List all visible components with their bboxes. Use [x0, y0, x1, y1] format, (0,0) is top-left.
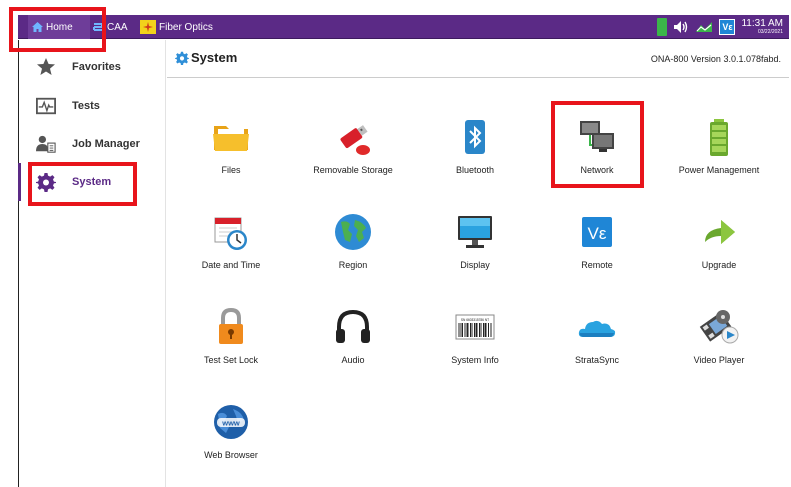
system-apps-grid: Files Removable Storage Bluetooth Networ…: [167, 79, 789, 487]
page-title: System: [191, 50, 238, 65]
fiber-optics-icon: [140, 20, 156, 34]
clock: 11:31 AM 03/22/2021: [741, 19, 783, 35]
sidebar-item-label: Tests: [72, 100, 100, 112]
highlight-system: [28, 162, 137, 206]
svg-text:SN 6603315786 NT: SN 6603315786 NT: [461, 318, 489, 322]
tile-stratasync[interactable]: StrataSync: [536, 275, 658, 365]
job-manager-icon: [36, 134, 56, 154]
tile-removable-storage[interactable]: Removable Storage: [292, 85, 414, 175]
usb-drive-icon: [333, 117, 373, 157]
tile-label: Remote: [581, 260, 613, 270]
tile-label: Files: [221, 165, 241, 175]
battery-icon[interactable]: [657, 18, 668, 36]
network-status-icon[interactable]: [695, 21, 713, 33]
tile-label: Removable Storage: [313, 165, 393, 175]
vc-remote-icon: Vε: [577, 212, 617, 252]
tab-caa-label: CAA: [107, 21, 128, 33]
monitor-icon: [455, 212, 495, 252]
tile-label: Date and Time: [201, 260, 261, 270]
tile-web-browser[interactable]: www Web Browser: [170, 370, 292, 460]
tile-label: Bluetooth: [455, 165, 495, 175]
tile-upgrade[interactable]: Upgrade: [658, 180, 780, 270]
tile-label: Display: [460, 260, 490, 270]
vc-remote-icon[interactable]: Vε: [719, 19, 736, 35]
tab-fiber-optics[interactable]: Fiber Optics: [140, 15, 213, 39]
tile-power-management[interactable]: Power Management: [658, 85, 780, 175]
clock-date: 03/22/2021: [757, 29, 783, 35]
tile-files[interactable]: Files: [170, 85, 292, 175]
web-browser-icon: www: [211, 402, 251, 442]
calendar-clock-icon: [211, 212, 251, 252]
sidebar-item-job-manager[interactable]: Job Manager: [19, 125, 166, 163]
sidebar: Favorites Tests Job Manager System: [18, 40, 166, 487]
tile-video-player[interactable]: Video Player: [658, 275, 780, 365]
video-player-icon: [699, 307, 739, 347]
tile-display[interactable]: Display: [414, 180, 536, 270]
star-icon: [36, 57, 56, 77]
barcode-icon: SN 6603315786 NT: [455, 307, 495, 347]
speaker-icon[interactable]: [673, 20, 689, 34]
tile-label: Test Set Lock: [203, 355, 259, 365]
sidebar-item-label: Job Manager: [72, 138, 140, 150]
tile-date-and-time[interactable]: Date and Time: [170, 180, 292, 270]
top-bar: Home CAA Fiber Optics Vε 11:31 AM 03/22/…: [18, 15, 789, 39]
upgrade-arrow-icon: [699, 212, 739, 252]
tile-label: Power Management: [678, 165, 760, 175]
tile-label: StrataSync: [574, 355, 620, 365]
globe-icon: [333, 212, 373, 252]
padlock-icon: [211, 307, 251, 347]
tile-test-set-lock[interactable]: Test Set Lock: [170, 275, 292, 365]
screen: Home CAA Fiber Optics Vε 11:31 AM 03/22/…: [0, 0, 791, 487]
gear-icon: [175, 51, 189, 65]
clock-time: 11:31 AM: [741, 18, 783, 29]
tile-region[interactable]: Region: [292, 180, 414, 270]
tile-system-info[interactable]: SN 6603315786 NT System Info: [414, 275, 536, 365]
main-header: System ONA-800 Version 3.0.1.078fabd.: [167, 40, 789, 78]
svg-text:www: www: [221, 419, 240, 428]
battery-icon: [699, 117, 739, 157]
folder-icon: [211, 117, 251, 157]
bluetooth-icon: [455, 117, 495, 157]
tile-label: System Info: [451, 355, 499, 365]
tile-audio[interactable]: Audio: [292, 275, 414, 365]
version-text: ONA-800 Version 3.0.1.078fabd.: [650, 54, 781, 64]
tile-label: Upgrade: [701, 260, 737, 270]
tile-label: Web Browser: [204, 450, 258, 460]
tab-fiber-optics-label: Fiber Optics: [159, 21, 213, 33]
cloud-icon: [577, 307, 617, 347]
page-title-group: System: [175, 50, 237, 65]
highlight-home: [9, 7, 106, 52]
headphones-icon: [333, 307, 373, 347]
status-area: Vε 11:31 AM 03/22/2021: [657, 15, 783, 39]
highlight-network: [551, 101, 644, 188]
tile-label: Video Player: [693, 355, 745, 365]
tile-label: Region: [338, 260, 368, 270]
sidebar-item-favorites[interactable]: Favorites: [19, 48, 166, 86]
svg-text:Vε: Vε: [588, 224, 607, 243]
tile-label: Audio: [341, 355, 365, 365]
tests-icon: [36, 96, 56, 116]
sidebar-item-label: Favorites: [72, 61, 121, 73]
sidebar-item-tests[interactable]: Tests: [19, 87, 166, 125]
tile-bluetooth[interactable]: Bluetooth: [414, 85, 536, 175]
tile-remote[interactable]: Vε Remote: [536, 180, 658, 270]
